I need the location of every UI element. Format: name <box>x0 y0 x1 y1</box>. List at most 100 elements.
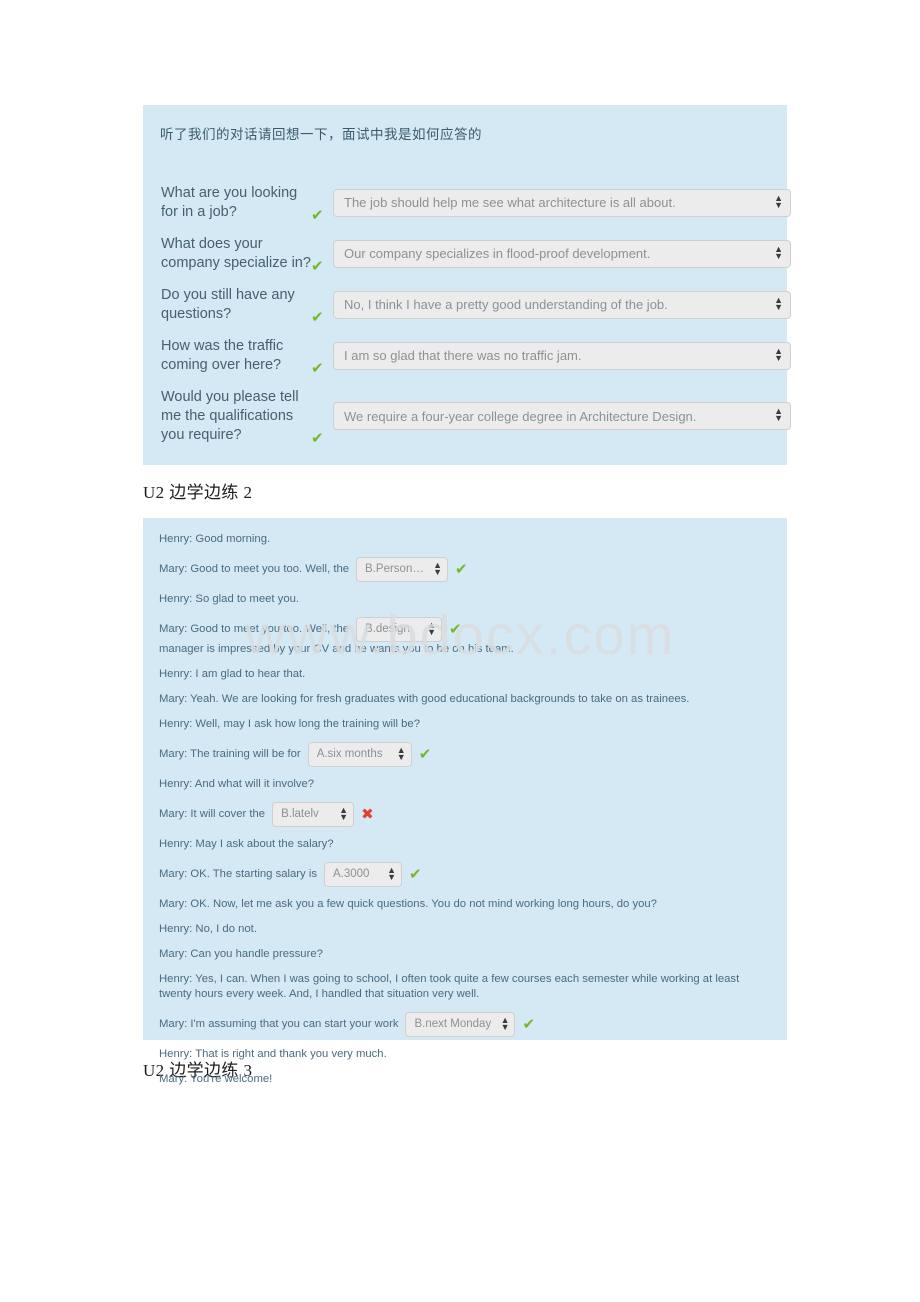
wrong-cross-icon: ✖ <box>361 805 374 823</box>
quiz-answer-wrap: I am so glad that there was no traffic j… <box>333 336 791 370</box>
dialogue-line: Mary: You're welcome! <box>159 1072 771 1087</box>
correct-check-icon: ✔ <box>311 257 324 275</box>
dialogue-line: Henry: Well, may I ask how long the trai… <box>159 717 771 732</box>
dialogue-line: Henry: That is right and thank you very … <box>159 1047 771 1062</box>
dialogue-line: Henry: And what will it involve? <box>159 777 771 792</box>
answer-select-2[interactable]: No, I think I have a pretty good underst… <box>333 290 791 319</box>
answer-select-dlg-7[interactable]: A.six months ▲ ▼ <box>307 742 412 767</box>
dialogue-line-text: Henry: That is right and thank you very … <box>159 1048 387 1060</box>
answer-select-value: No, I think I have a pretty good underst… <box>344 297 668 312</box>
quiz-prompt: 听了我们的对话请回想一下，面试中我是如何应答的 <box>160 127 482 142</box>
dialogue-line-text: Henry: No, I do not. <box>159 923 257 935</box>
quiz-row: What are you looking for in a job? ✔ The j… <box>143 183 791 224</box>
dialogue-line-text: Mary: You're welcome! <box>159 1073 273 1085</box>
dialogue-line: Henry: I am glad to hear that. <box>159 667 771 682</box>
select-updown-arrow-icon: ▲ ▼ <box>500 1014 510 1032</box>
dialogue-line: Henry: No, I do not. <box>159 922 771 937</box>
dialogue-line-text: Henry: Well, may I ask how long the trai… <box>159 718 420 730</box>
dialogue-panel: Henry: Good morning. Mary: Good to meet y… <box>143 518 787 1085</box>
dialogue-line-text: Henry: Good morning. <box>159 533 271 545</box>
answer-select-value: B.next Monday <box>414 1018 492 1030</box>
dialogue-line-text: Henry: May I ask about the salary? <box>159 838 334 850</box>
document-page: www.bdocx.com 听了我们的对话请回想一下，面试中我是如何应答的 Wh… <box>0 0 920 1302</box>
select-updown-arrow-icon: ▲ ▼ <box>396 744 406 762</box>
answer-select-value: The job should help me see what architec… <box>344 195 676 210</box>
select-updown-arrow-icon: ▲ ▼ <box>339 804 349 822</box>
correct-check-icon: ✔ <box>418 745 432 763</box>
dialogue-line-text: Henry: And what will it involve? <box>159 778 315 790</box>
dialogue-line-list: Henry: Good morning. Mary: Good to meet y… <box>159 532 771 1087</box>
quiz-answer-wrap: Our company specializes in flood-proof d… <box>333 234 791 268</box>
quiz-row: Do you still have any questions? ✔ No, I t… <box>143 285 791 326</box>
dialogue-line: Mary: It will cover the B.latelv ▲ ▼ ✖ <box>159 802 771 827</box>
dialogue-line: Mary: Good to meet you too. Well, the B.d… <box>159 617 771 657</box>
dialogue-line: Henry: Good morning. <box>159 532 771 547</box>
select-updown-arrow-icon: ▲ ▼ <box>433 559 443 577</box>
dialogue-line-text: Henry: Yes, I can. When I was going to s… <box>159 973 743 1000</box>
quiz-answer-wrap: We require a four-year college degree in… <box>333 387 791 430</box>
answer-select-dlg-3[interactable]: B.design ▲ ▼ <box>356 617 443 642</box>
dialogue-line-text-before: Mary: Good to meet you too. Well, the <box>159 563 350 575</box>
dialogue-line: Henry: May I ask about the salary? <box>159 837 771 852</box>
answer-select-3[interactable]: I am so glad that there was no traffic j… <box>333 341 791 370</box>
answer-select-value: B.design <box>365 623 410 635</box>
correct-check-icon: ✔ <box>409 865 422 883</box>
dialogue-line-text: Mary: Yeah. We are looking for fresh gra… <box>159 693 690 705</box>
select-updown-arrow-icon: ▲ ▼ <box>387 864 396 882</box>
correct-check-icon: ✔ <box>449 620 462 638</box>
select-updown-arrow-icon: ▲ ▼ <box>774 345 783 363</box>
quiz-answer-wrap: The job should help me see what architec… <box>333 183 791 217</box>
select-updown-arrow-icon: ▲ ▼ <box>774 192 783 210</box>
correct-check-icon: ✔ <box>311 359 324 377</box>
dialogue-line: Henry: Yes, I can. When I was going to s… <box>159 972 771 1002</box>
answer-select-dlg-16[interactable]: B.next Monday ▲ ▼ <box>405 1012 516 1037</box>
dialogue-line: Mary: The training will be for A.six mont… <box>159 742 771 767</box>
answer-select-value: Our company specializes in flood-proof d… <box>344 246 651 261</box>
caption-u2-exercise-2: U2 边学边练 2 <box>143 483 253 502</box>
quiz-row: Would you please tell me the qualificati… <box>143 387 791 447</box>
dialogue-line-text-before: Mary: The training will be for <box>159 748 301 760</box>
dialogue-line-text-before: Mary: I'm assuming that you can start yo… <box>159 1018 399 1030</box>
quiz-question-text: What are you looking for in a job? <box>161 185 298 220</box>
answer-select-value: We require a four-year college degree in… <box>344 408 697 424</box>
quiz-question-list: What are you looking for in a job? ✔ The j… <box>143 183 791 457</box>
answer-select-value: A.six months <box>316 748 383 760</box>
answer-select-value: A.3000 <box>333 868 370 880</box>
quiz-question-text: Would you please tell me the qualificati… <box>161 389 299 443</box>
dialogue-line: Mary: Can you handle pressure? <box>159 947 771 962</box>
answer-select-value: I am so glad that there was no traffic j… <box>344 348 582 363</box>
quiz-answer-wrap: No, I think I have a pretty good underst… <box>333 285 791 319</box>
dialogue-line: Mary: OK. Now, let me ask you a few quic… <box>159 897 771 912</box>
dialogue-line: Henry: So glad to meet you. <box>159 592 771 607</box>
quiz-question-text: Do you still have any questions? <box>161 287 295 322</box>
answer-select-dlg-11[interactable]: A.3000 ▲ ▼ <box>324 862 402 887</box>
answer-select-dlg-1[interactable]: B.Personnel ▲ ▼ <box>356 557 449 582</box>
select-updown-arrow-icon: ▲ ▼ <box>427 619 437 637</box>
correct-check-icon: ✔ <box>311 308 324 326</box>
dialogue-line-text-before: Mary: OK. The starting salary is <box>159 868 317 880</box>
dialogue-line: Mary: Yeah. We are looking for fresh gra… <box>159 692 771 707</box>
dialogue-line: Mary: OK. The starting salary is A.3000 ▲ ▼… <box>159 862 771 887</box>
dialogue-line-text-before: Mary: Good to meet you too. Well, the <box>159 623 350 635</box>
correct-check-icon: ✔ <box>522 1015 536 1033</box>
dialogue-line: Mary: I'm assuming that you can start yo… <box>159 1012 771 1037</box>
answer-select-4[interactable]: We require a four-year college degree in… <box>333 402 791 430</box>
dialogue-line-text-before: Mary: It will cover the <box>159 808 266 820</box>
quiz-row: What does your company specialize in? ✔ Ou… <box>143 234 791 275</box>
correct-check-icon: ✔ <box>311 206 324 224</box>
dialogue-line-text: Henry: So glad to meet you. <box>159 593 300 605</box>
answer-select-1[interactable]: Our company specializes in flood-proof d… <box>333 239 791 268</box>
dialogue-line-text-after: manager is impressed by your CV and he w… <box>159 643 514 655</box>
correct-check-icon: ✔ <box>455 560 468 578</box>
select-updown-arrow-icon: ▲ ▼ <box>774 294 783 312</box>
quiz-question-text: How was the traffic coming over here? <box>161 338 284 373</box>
quiz-row: How was the traffic coming over here? ✔ I … <box>143 336 791 377</box>
answer-select-dlg-9[interactable]: B.latelv ▲ ▼ <box>272 802 355 827</box>
correct-check-icon: ✔ <box>311 429 324 447</box>
dialogue-line-text: Mary: OK. Now, let me ask you a few quic… <box>159 898 657 910</box>
quiz-question-text: What does your company specialize in? <box>161 236 311 271</box>
dialogue-line: Mary: Good to meet you too. Well, the B.P… <box>159 557 771 582</box>
answer-select-0[interactable]: The job should help me see what architec… <box>333 188 791 217</box>
answer-select-value: B.latelv <box>281 808 319 820</box>
select-updown-arrow-icon: ▲ ▼ <box>774 406 783 423</box>
